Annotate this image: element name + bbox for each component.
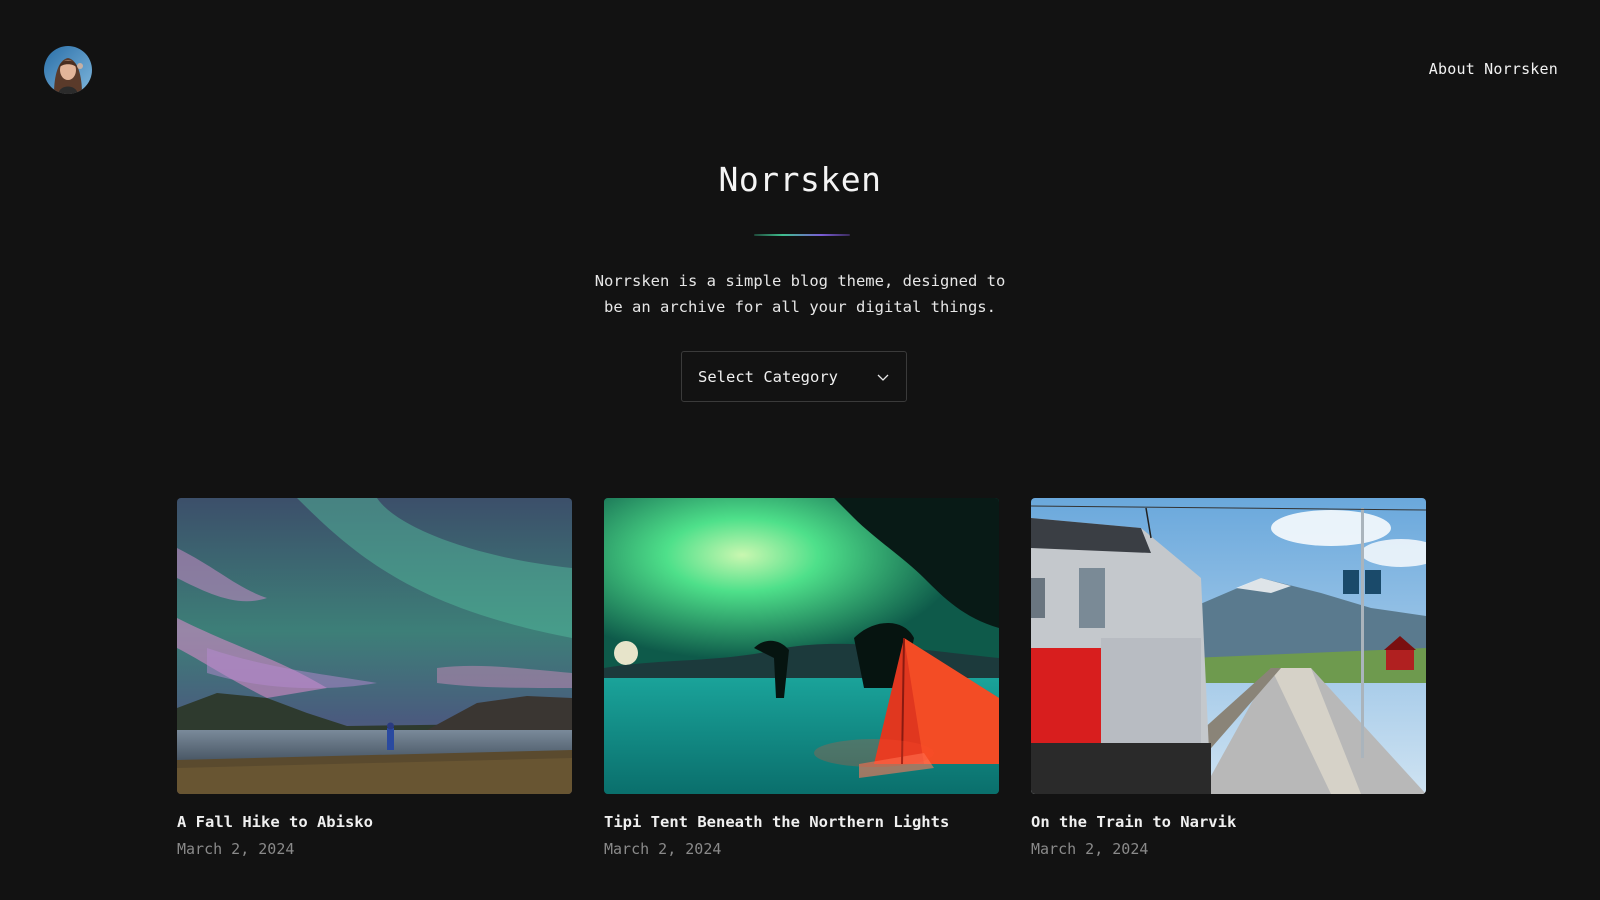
site-title: Norrsken xyxy=(718,160,882,199)
post-title[interactable]: A Fall Hike to Abisko xyxy=(177,812,572,832)
post-grid: A Fall Hike to Abisko March 2, 2024 Tipi… xyxy=(177,498,1426,859)
post-date: March 2, 2024 xyxy=(1031,840,1149,858)
title-divider xyxy=(754,234,850,236)
category-select[interactable]: Select Category xyxy=(681,351,907,402)
aurora-lake-hiker-image xyxy=(177,498,572,794)
post-card[interactable]: A Fall Hike to Abisko March 2, 2024 xyxy=(177,498,572,859)
chevron-down-icon xyxy=(877,374,889,381)
avatar-portrait-icon xyxy=(44,46,92,94)
site-tagline: Norrsken is a simple blog theme, designe… xyxy=(0,268,1600,320)
aurora-tipi-tent-image xyxy=(604,498,999,794)
post-title[interactable]: On the Train to Narvik xyxy=(1031,812,1426,832)
post-date: March 2, 2024 xyxy=(604,840,722,858)
post-date: March 2, 2024 xyxy=(177,840,295,858)
tagline-line-2: be an archive for all your digital thing… xyxy=(604,298,996,316)
tagline-line-1: Norrsken is a simple blog theme, designe… xyxy=(594,272,1006,290)
post-card[interactable]: On the Train to Narvik March 2, 2024 xyxy=(1031,498,1426,859)
train-station-platform-image xyxy=(1031,498,1426,794)
category-select-label: Select Category xyxy=(698,367,838,386)
post-thumbnail[interactable] xyxy=(604,498,999,794)
page: About Norrsken Norrsken Norrsken is a si… xyxy=(0,0,1600,900)
post-card[interactable]: Tipi Tent Beneath the Northern Lights Ma… xyxy=(604,498,999,859)
post-thumbnail[interactable] xyxy=(177,498,572,794)
avatar[interactable] xyxy=(44,46,92,94)
nav-link-about[interactable]: About Norrsken xyxy=(1429,60,1558,78)
post-title[interactable]: Tipi Tent Beneath the Northern Lights xyxy=(604,812,999,832)
post-thumbnail[interactable] xyxy=(1031,498,1426,794)
